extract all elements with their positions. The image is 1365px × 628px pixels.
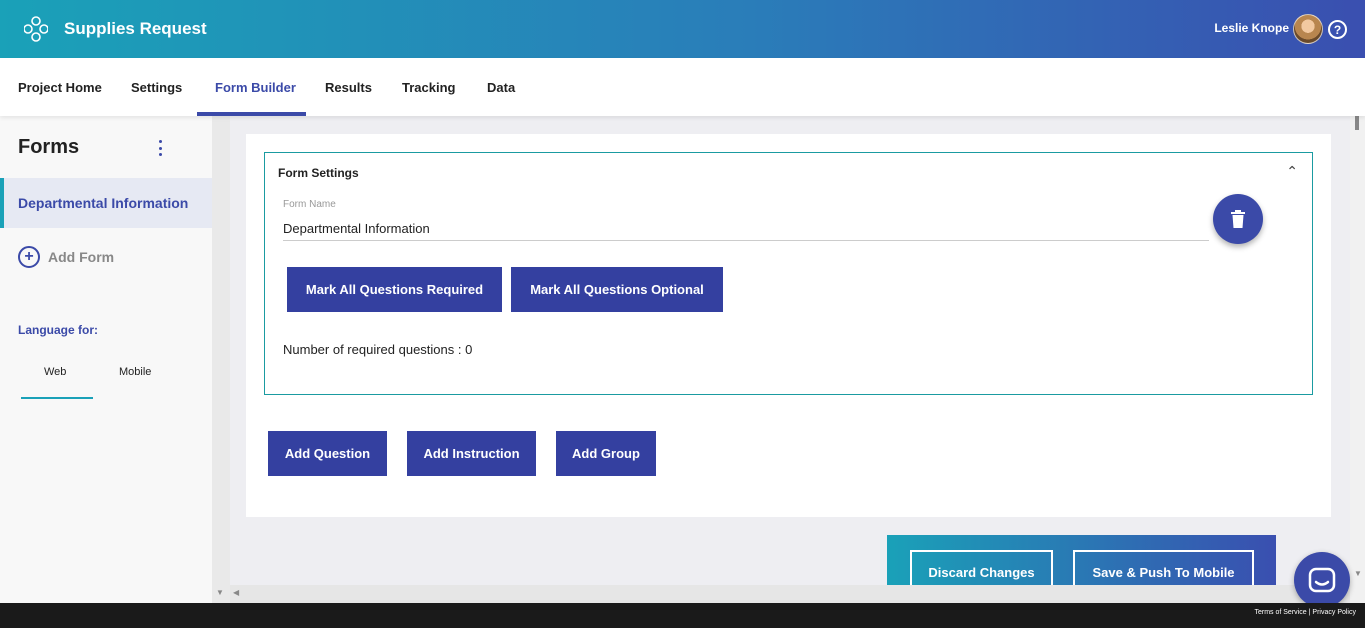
page-footer: Terms of Service | Privacy Policy [0,603,1365,628]
chevron-up-icon[interactable]: ⌃ [1286,163,1298,180]
form-settings-title: Form Settings [278,166,359,180]
active-tab-indicator [197,112,306,116]
main-nav: Project Home Settings Form Builder Resul… [0,58,1365,116]
form-name-input[interactable] [283,217,1209,241]
terms-of-service-link[interactable]: Terms of Service [1252,609,1308,616]
chat-support-button[interactable] [1294,552,1350,608]
required-questions-count: Number of required questions : 0 [283,342,473,357]
tab-project-home[interactable]: Project Home [18,58,102,116]
main-scroll-down-arrow-icon[interactable]: ▼ [1354,569,1362,578]
scroll-down-arrow-icon[interactable]: ▼ [216,588,224,597]
add-question-button[interactable]: Add Question [268,431,387,476]
form-name-label: Form Name [283,199,336,210]
plus-circle-icon: + [18,246,40,268]
horizontal-scrollbar[interactable] [230,585,1350,603]
delete-form-button[interactable] [1213,194,1263,244]
app-logo-icon [24,16,48,42]
tab-tracking[interactable]: Tracking [402,58,455,116]
tab-settings[interactable]: Settings [131,58,182,116]
scroll-up-arrow-icon[interactable] [1355,116,1359,130]
add-form-button[interactable]: + Add Form [18,246,114,268]
add-form-label: Add Form [48,249,115,265]
forms-sidebar: Forms Departmental Information + Add For… [0,116,212,603]
language-tab-web[interactable]: Web [44,366,66,378]
mark-all-optional-button[interactable]: Mark All Questions Optional [511,267,723,312]
main-scrollbar[interactable] [1350,116,1365,603]
forms-title: Forms [18,136,80,158]
app-title: Supplies Request [64,19,207,38]
help-icon[interactable]: ? [1328,20,1347,39]
scroll-left-arrow-icon[interactable]: ◀ [233,588,239,597]
chat-icon [1308,567,1336,593]
language-label: Language for: [18,323,98,337]
more-options-icon[interactable] [157,140,163,156]
add-group-button[interactable]: Add Group [556,431,656,476]
tab-results[interactable]: Results [325,58,372,116]
sidebar-scrollbar[interactable] [212,116,230,603]
privacy-policy-link[interactable]: Privacy Policy [1310,609,1358,616]
form-item-departmental-information[interactable]: Departmental Information [0,178,212,228]
tab-form-builder[interactable]: Form Builder [215,58,296,116]
app-header: Supplies Request Leslie Knope ? [0,0,1365,58]
language-tab-mobile[interactable]: Mobile [119,366,151,378]
form-settings-panel: Form Settings ⌃ Form Name Mark All Quest… [264,152,1313,395]
trash-icon [1231,210,1245,228]
language-tab-indicator [21,397,93,399]
add-instruction-button[interactable]: Add Instruction [407,431,536,476]
user-name[interactable]: Leslie Knope [1214,21,1289,35]
tab-data[interactable]: Data [487,58,515,116]
user-avatar[interactable] [1293,14,1323,44]
mark-all-required-button[interactable]: Mark All Questions Required [287,267,502,312]
